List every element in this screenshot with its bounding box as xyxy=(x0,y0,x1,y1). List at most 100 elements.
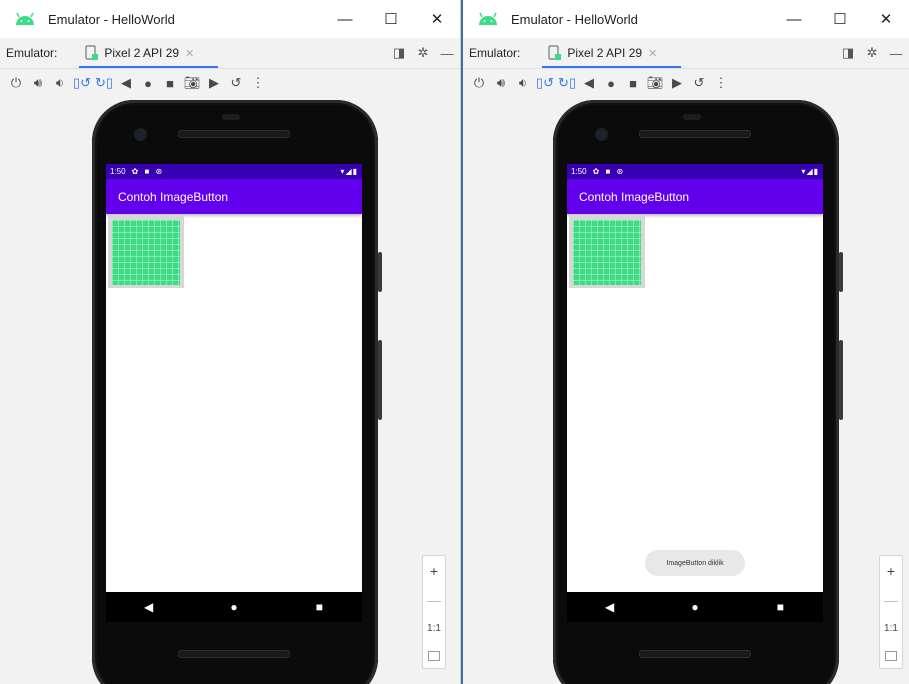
rotate-left-icon[interactable]: ▯↺ xyxy=(535,73,555,93)
zoom-in-button[interactable]: + xyxy=(430,564,438,578)
app-bar: Contoh ImageButton xyxy=(567,179,823,214)
toast-message: ImageButton diklik xyxy=(645,550,745,576)
nav-back-icon[interactable]: ◀ xyxy=(139,597,159,617)
snapshot-icon[interactable]: ↺ xyxy=(689,73,709,93)
title-bar: Emulator - HelloWorld — ☐ ✕ xyxy=(0,0,460,38)
close-icon[interactable]: ✕ xyxy=(414,0,460,38)
title-bar: Emulator - HelloWorld — ☐ ✕ xyxy=(463,0,909,38)
screenshot-icon[interactable]: 📷︎ xyxy=(645,73,665,93)
emulator-toolbar: ⏻ 🔊︎ 🔉︎ ▯↺ ↻▯ ◀ ● ■ 📷︎ ▶ ↺ ⋮ xyxy=(0,69,460,97)
zoom-fit-icon[interactable] xyxy=(885,650,897,661)
window-title: Emulator - HelloWorld xyxy=(511,11,638,27)
phone-frame: 1:50 ✿ ■ ⊛ ▾◢▮ Contoh ImageButton ◀ ● ■ xyxy=(92,100,382,684)
nav-home-icon[interactable]: ● xyxy=(685,597,705,617)
image-button[interactable] xyxy=(108,216,184,288)
gear-icon[interactable]: ✲ xyxy=(861,45,883,61)
tab-device[interactable]: Pixel 2 API 29 ✕ xyxy=(542,38,682,68)
close-icon[interactable]: ✕ xyxy=(863,0,909,38)
volume-button[interactable] xyxy=(378,340,382,420)
rotate-right-icon[interactable]: ↻▯ xyxy=(94,73,114,93)
status-bar: 1:50 ✿ ■ ⊛ ▾◢▮ xyxy=(106,164,362,179)
nav-overview-icon[interactable]: ■ xyxy=(770,597,790,617)
status-icons: ✿ ■ ⊛ xyxy=(131,167,165,176)
sensor xyxy=(683,114,701,120)
gear-icon[interactable]: ✲ xyxy=(412,45,434,61)
emulator-toolbar: ⏻ 🔊︎ 🔉︎ ▯↺ ↻▯ ◀ ● ■ 📷︎ ▶ ↺ ⋮ xyxy=(463,69,909,97)
image-button-graphic xyxy=(573,220,641,285)
tab-close-icon[interactable]: ✕ xyxy=(648,47,657,60)
zoom-actual-button[interactable]: 1:1 xyxy=(427,622,441,636)
zoom-actual-button[interactable]: 1:1 xyxy=(884,622,898,636)
camera-icon xyxy=(136,130,145,139)
zoom-out-button[interactable]: — xyxy=(427,593,441,607)
status-icons: ✿ ■ ⊛ xyxy=(592,167,626,176)
device-icon xyxy=(548,45,562,60)
power-button[interactable] xyxy=(839,252,843,292)
app-title: Contoh ImageButton xyxy=(579,189,690,204)
zoom-in-button[interactable]: + xyxy=(887,564,895,578)
maximize-icon[interactable]: ☐ xyxy=(368,0,414,38)
tab-close-icon[interactable]: ✕ xyxy=(185,47,194,60)
hide-icon[interactable]: — xyxy=(436,46,458,61)
back-icon[interactable]: ◀ xyxy=(116,73,136,93)
bottom-speaker xyxy=(178,650,290,658)
more-icon[interactable]: ⋮ xyxy=(711,73,731,93)
screenshot-icon[interactable]: 📷︎ xyxy=(182,73,202,93)
emulator-label: Emulator: xyxy=(6,46,58,60)
minimize-icon[interactable]: — xyxy=(322,0,368,38)
more-icon[interactable]: ⋮ xyxy=(248,73,268,93)
phone-screen[interactable]: 1:50 ✿ ■ ⊛ ▾◢▮ Contoh ImageButton xyxy=(106,164,362,592)
image-button-graphic xyxy=(112,220,180,285)
bottom-speaker xyxy=(639,650,751,658)
image-button[interactable] xyxy=(569,216,645,288)
status-time: 1:50 xyxy=(110,167,126,176)
emulator-window-left: Emulator - HelloWorld — ☐ ✕ Emulator: Pi… xyxy=(0,0,461,684)
zoom-out-button[interactable]: — xyxy=(884,593,898,607)
screenrecord-icon[interactable]: ▶ xyxy=(204,73,224,93)
screenrecord-icon[interactable]: ▶ xyxy=(667,73,687,93)
volume-button[interactable] xyxy=(839,340,843,420)
device-tab-label: Pixel 2 API 29 xyxy=(104,46,180,60)
snapshot-icon[interactable]: ↺ xyxy=(226,73,246,93)
nav-back-icon[interactable]: ◀ xyxy=(600,597,620,617)
device-icon xyxy=(85,45,99,60)
rotate-left-icon[interactable]: ▯↺ xyxy=(72,73,92,93)
volume-up-icon[interactable]: 🔊︎ xyxy=(28,73,48,93)
window-title: Emulator - HelloWorld xyxy=(48,11,175,27)
top-speaker xyxy=(639,130,751,138)
layout-icon[interactable]: ◨ xyxy=(388,45,410,61)
hide-icon[interactable]: — xyxy=(885,46,907,61)
home-icon[interactable]: ● xyxy=(601,73,621,93)
home-icon[interactable]: ● xyxy=(138,73,158,93)
signal-battery-icon: ▾◢▮ xyxy=(340,167,358,176)
signal-battery-icon: ▾◢▮ xyxy=(801,167,819,176)
power-icon[interactable]: ⏻ xyxy=(6,73,26,93)
nav-overview-icon[interactable]: ■ xyxy=(309,597,329,617)
device-tab-label: Pixel 2 API 29 xyxy=(567,46,643,60)
power-button[interactable] xyxy=(378,252,382,292)
zoom-controls: + — 1:1 xyxy=(879,555,903,669)
layout-icon[interactable]: ◨ xyxy=(837,45,859,61)
volume-down-icon[interactable]: 🔉︎ xyxy=(513,73,533,93)
overview-icon[interactable]: ■ xyxy=(160,73,180,93)
volume-down-icon[interactable]: 🔉︎ xyxy=(50,73,70,93)
emulator-tab-bar: Emulator: Pixel 2 API 29 ✕ ◨ ✲ — xyxy=(0,38,460,69)
minimize-icon[interactable]: — xyxy=(771,0,817,38)
android-icon xyxy=(479,12,497,25)
back-icon[interactable]: ◀ xyxy=(579,73,599,93)
app-bar: Contoh ImageButton xyxy=(106,179,362,214)
nav-home-icon[interactable]: ● xyxy=(224,597,244,617)
maximize-icon[interactable]: ☐ xyxy=(817,0,863,38)
tab-device[interactable]: Pixel 2 API 29 ✕ xyxy=(79,38,219,68)
nav-bar: ◀ ● ■ xyxy=(567,592,823,622)
top-speaker xyxy=(178,130,290,138)
overview-icon[interactable]: ■ xyxy=(623,73,643,93)
camera-icon xyxy=(597,130,606,139)
phone-screen[interactable]: 1:50 ✿ ■ ⊛ ▾◢▮ Contoh ImageButton ImageB… xyxy=(567,164,823,592)
status-time: 1:50 xyxy=(571,167,587,176)
rotate-right-icon[interactable]: ↻▯ xyxy=(557,73,577,93)
zoom-fit-icon[interactable] xyxy=(428,650,440,661)
nav-bar: ◀ ● ■ xyxy=(106,592,362,622)
power-icon[interactable]: ⏻ xyxy=(469,73,489,93)
volume-up-icon[interactable]: 🔊︎ xyxy=(491,73,511,93)
